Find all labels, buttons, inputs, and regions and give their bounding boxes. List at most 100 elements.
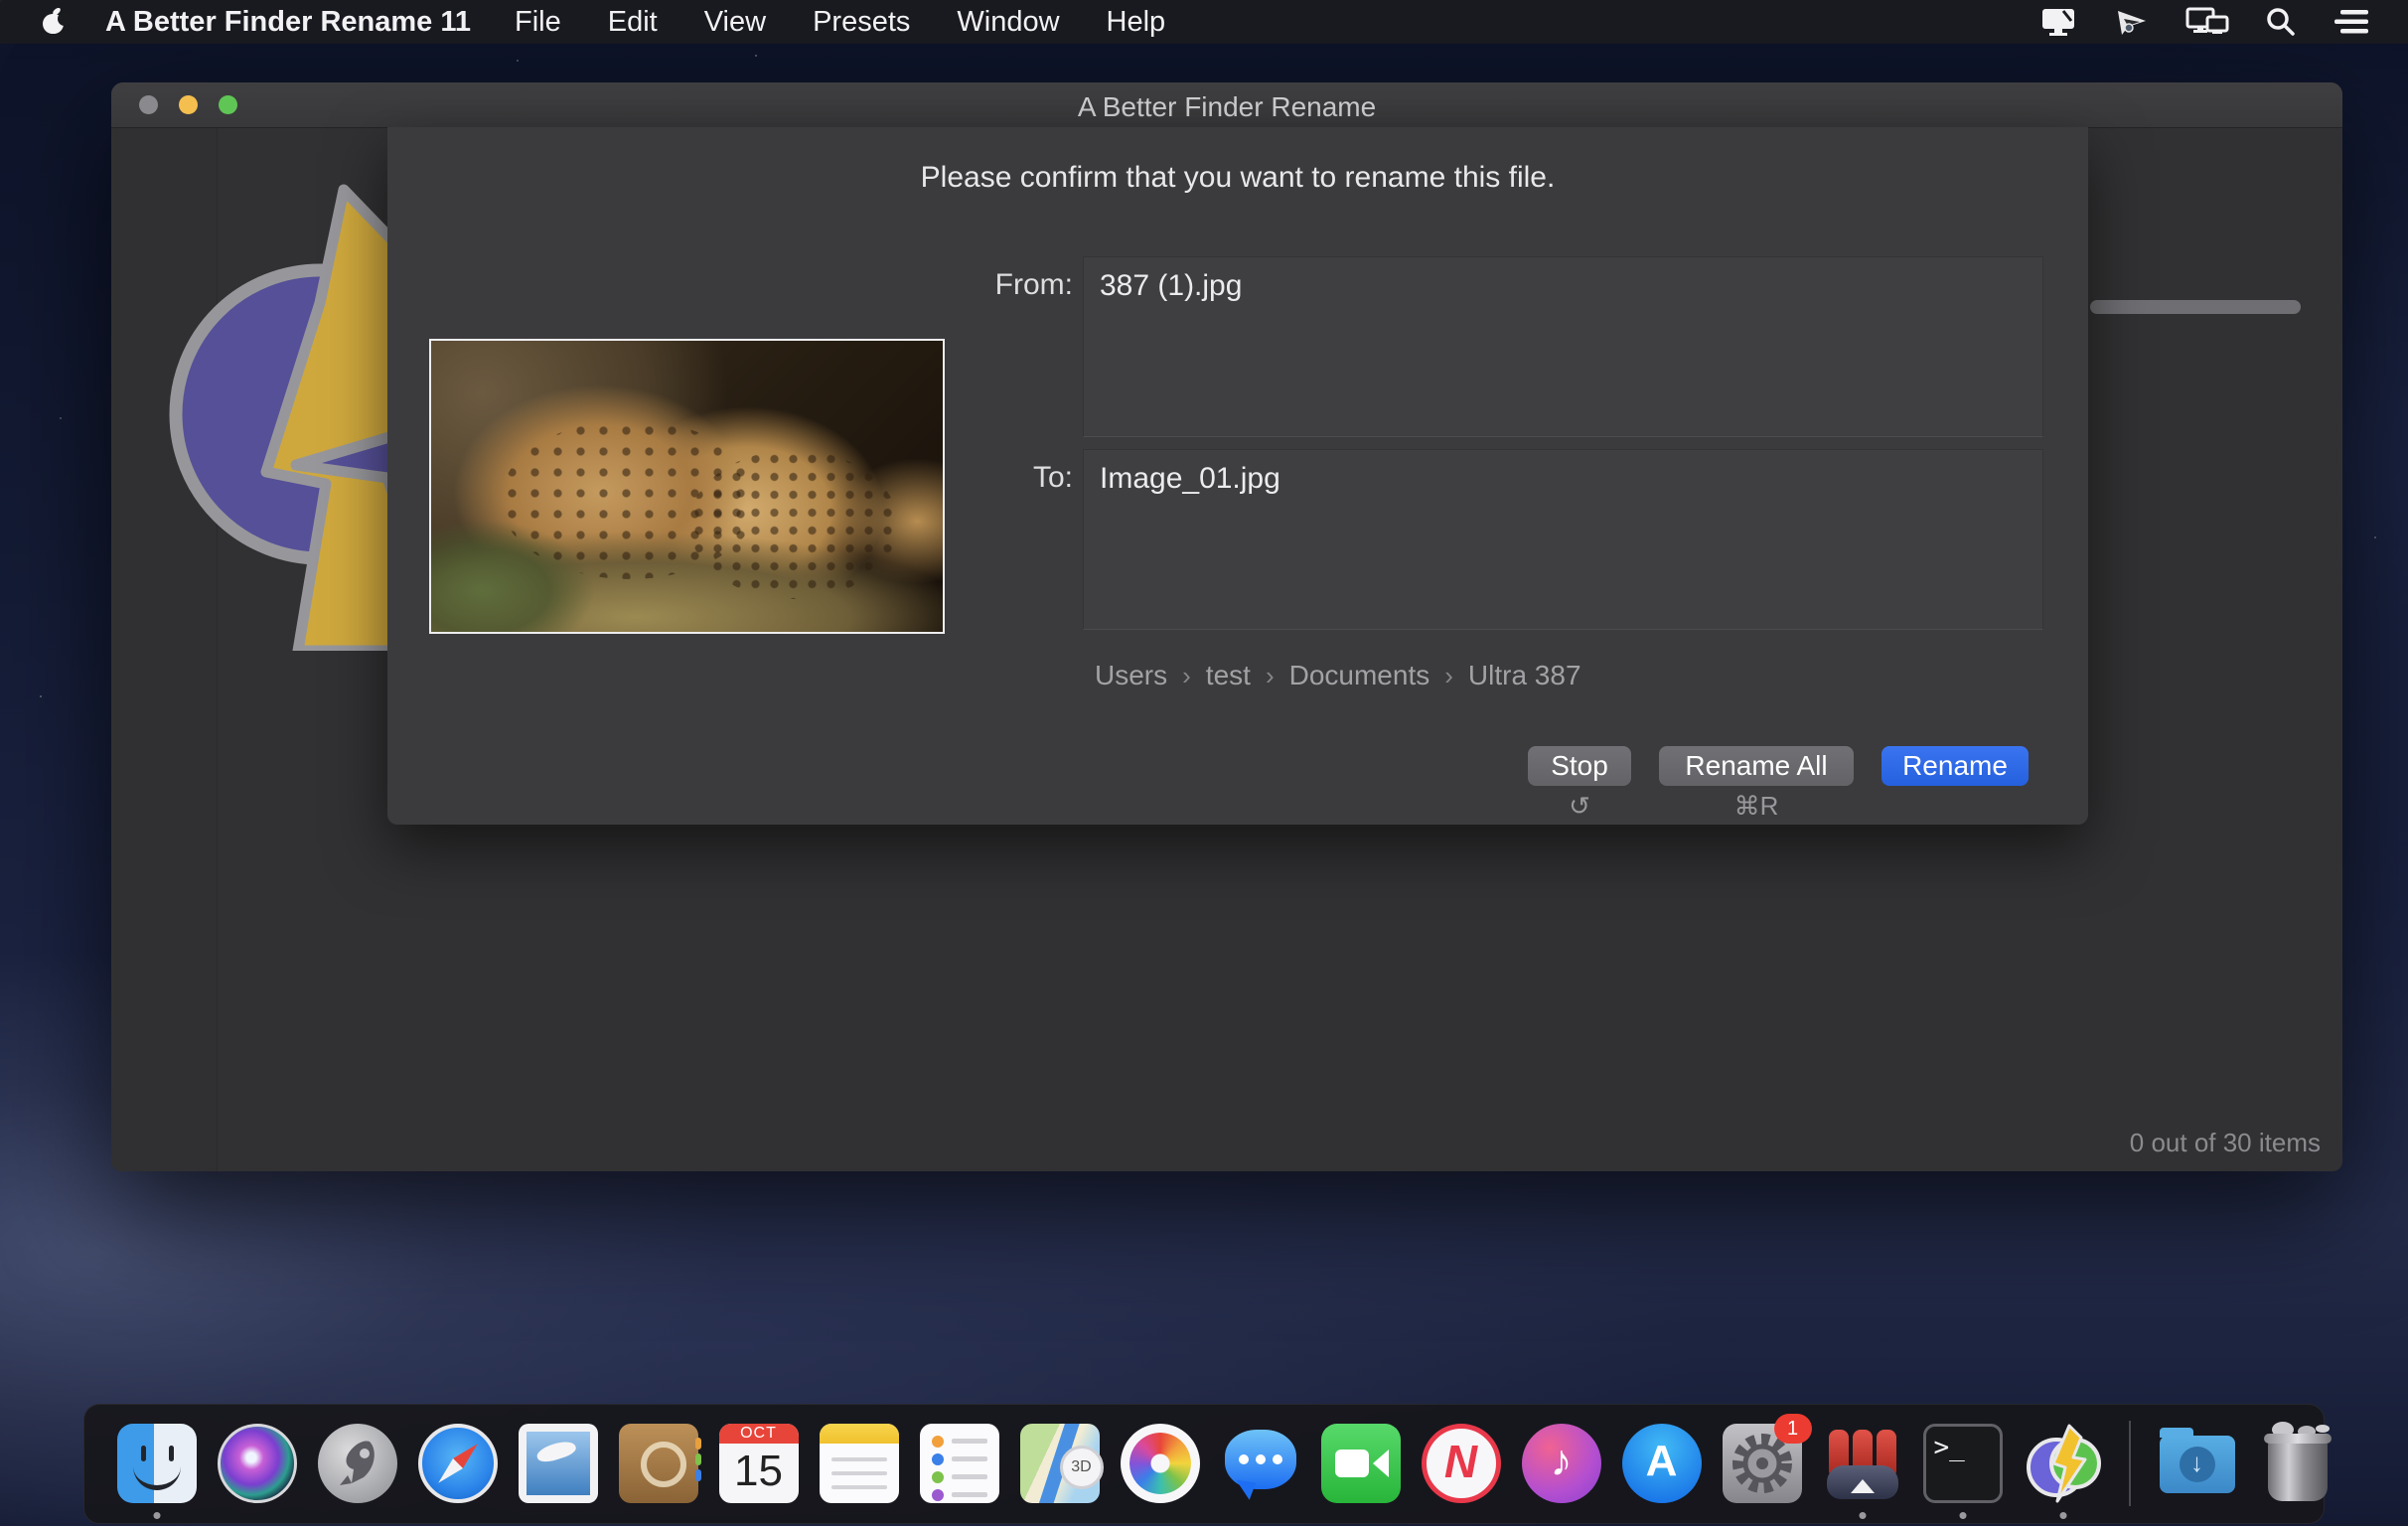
menu-edit[interactable]: Edit	[608, 6, 658, 39]
better-finder-rename-icon	[2024, 1424, 2103, 1503]
sheet-heading: Please confirm that you want to rename t…	[387, 161, 2088, 195]
running-indicator	[153, 1512, 160, 1519]
window-title: A Better Finder Rename	[111, 91, 2342, 123]
breadcrumb-ultra-387: Ultra 387	[1468, 660, 1581, 691]
rename-all-shortcut-hint: ⌘R	[1707, 791, 1806, 822]
reminders-icon	[920, 1424, 999, 1503]
file-preview-image	[429, 339, 945, 634]
dock-system-preferences[interactable]: 1	[1723, 1424, 1802, 1503]
notes-icon	[820, 1424, 899, 1503]
from-filename-value: 387 (1).jpg	[1084, 257, 2042, 315]
items-status-text: 0 out of 30 items	[2130, 1128, 2321, 1158]
running-indicator	[2059, 1512, 2066, 1519]
breadcrumb-documents: Documents	[1289, 660, 1430, 691]
menu-window[interactable]: Window	[957, 6, 1059, 39]
dock-trash[interactable]	[2258, 1424, 2337, 1503]
progress-bar	[2090, 300, 2301, 314]
display-icon[interactable]	[2038, 7, 2078, 37]
siri-icon	[218, 1424, 297, 1503]
to-filename-value: Image_01.jpg	[1084, 450, 2042, 508]
breadcrumb-users: Users	[1095, 660, 1167, 691]
menu-help[interactable]: Help	[1107, 6, 1166, 39]
dock-app-store[interactable]: A	[1622, 1424, 1702, 1503]
dock-terminal[interactable]: >_	[1923, 1424, 2003, 1503]
finder-icon	[117, 1424, 197, 1503]
calendar-day: 15	[719, 1444, 799, 1499]
dock-better-finder-rename[interactable]	[2024, 1424, 2103, 1503]
dock-calendar[interactable]: OCT 15	[719, 1424, 799, 1503]
photos-flower-icon	[1121, 1424, 1200, 1503]
dock-messages[interactable]	[1221, 1424, 1300, 1503]
desktop: A Better Finder Rename 11 File Edit View…	[0, 0, 2408, 1526]
news-icon: N	[1422, 1424, 1501, 1503]
screen-mirroring-icon[interactable]	[2185, 7, 2229, 37]
rename-all-button[interactable]: Rename All	[1659, 746, 1854, 786]
from-label: From:	[944, 268, 1073, 302]
terminal-icon: >_	[1923, 1424, 2003, 1503]
trash-full-icon	[2268, 1438, 2328, 1501]
menu-presets[interactable]: Presets	[813, 6, 910, 39]
rename-button[interactable]: Rename	[1881, 746, 2029, 786]
apple-logo-icon	[38, 5, 72, 39]
leopard-spots-texture	[689, 450, 898, 599]
breadcrumb: Users › test › Documents › Ultra 387	[1095, 660, 1581, 691]
maps-3d-badge: 3D	[1060, 1446, 1104, 1489]
dock-mail[interactable]	[519, 1424, 598, 1503]
calendar-icon: OCT 15	[719, 1424, 799, 1503]
app-store-icon: A	[1622, 1424, 1702, 1503]
menu-bar: A Better Finder Rename 11 File Edit View…	[0, 0, 2408, 44]
chevron-right-icon: ›	[1266, 661, 1275, 691]
dock-theater-seats-app[interactable]	[1823, 1424, 1902, 1503]
window-title-bar[interactable]: A Better Finder Rename	[111, 82, 2342, 128]
messages-bubble-icon	[1225, 1430, 1296, 1489]
breadcrumb-test: test	[1206, 660, 1251, 691]
apple-menu[interactable]	[38, 5, 72, 39]
rocket-glyph	[318, 1424, 397, 1503]
to-filename-field[interactable]: Image_01.jpg	[1083, 449, 2043, 630]
better-finder-rename-watermark-icon	[149, 184, 392, 651]
presentation-pointer-icon[interactable]	[2114, 7, 2150, 37]
running-indicator	[1859, 1512, 1866, 1519]
facetime-camera-icon	[1321, 1424, 1401, 1503]
theater-seats-icon	[1823, 1424, 1902, 1503]
chevron-right-icon: ›	[1444, 661, 1453, 691]
dock-launchpad[interactable]	[318, 1424, 397, 1503]
dock-downloads-folder[interactable]: ↓	[2158, 1424, 2237, 1503]
dock-contacts[interactable]	[619, 1424, 698, 1503]
itunes-note-icon: ♪	[1522, 1424, 1601, 1503]
app-window: 0 out of 30 items A Better Finder Rename…	[111, 82, 2342, 1171]
dock-finder[interactable]	[117, 1424, 197, 1503]
contacts-book-icon	[619, 1424, 698, 1503]
menu-file[interactable]: File	[515, 6, 561, 39]
dock-facetime[interactable]	[1321, 1424, 1401, 1503]
downloads-folder-icon: ↓	[2160, 1436, 2235, 1493]
dock-itunes[interactable]: ♪	[1522, 1424, 1601, 1503]
dock-reminders[interactable]	[920, 1424, 999, 1503]
dock-safari[interactable]	[418, 1424, 498, 1503]
notification-list-icon[interactable]	[2333, 8, 2370, 36]
mail-stamp-icon	[519, 1424, 598, 1503]
active-app-menu[interactable]: A Better Finder Rename 11	[105, 6, 471, 39]
from-filename-field[interactable]: 387 (1).jpg	[1083, 256, 2043, 437]
dock-photos[interactable]	[1121, 1424, 1200, 1503]
calendar-month: OCT	[719, 1424, 799, 1444]
menu-items: File Edit View Presets Window Help	[515, 6, 1165, 39]
dock-maps[interactable]: 3D	[1020, 1424, 1100, 1503]
chevron-right-icon: ›	[1182, 661, 1191, 691]
notification-badge: 1	[1774, 1414, 1812, 1444]
safari-compass-icon	[418, 1424, 498, 1503]
spotlight-search-icon[interactable]	[2265, 6, 2297, 38]
dock-separator	[2129, 1421, 2131, 1506]
dock-siri[interactable]	[218, 1424, 297, 1503]
dock: OCT 15 3D	[83, 1404, 2325, 1524]
stop-button[interactable]: Stop	[1528, 746, 1631, 786]
stop-shortcut-hint: ↺	[1530, 791, 1629, 822]
dock-news[interactable]: N	[1422, 1424, 1501, 1503]
rename-confirm-sheet: Please confirm that you want to rename t…	[387, 127, 2088, 825]
terminal-prompt: >_	[1934, 1433, 1965, 1462]
menu-view[interactable]: View	[704, 6, 766, 39]
dock-notes[interactable]	[820, 1424, 899, 1503]
to-label: To:	[944, 461, 1073, 495]
menu-bar-status-area	[2038, 6, 2370, 38]
running-indicator	[1959, 1512, 1966, 1519]
